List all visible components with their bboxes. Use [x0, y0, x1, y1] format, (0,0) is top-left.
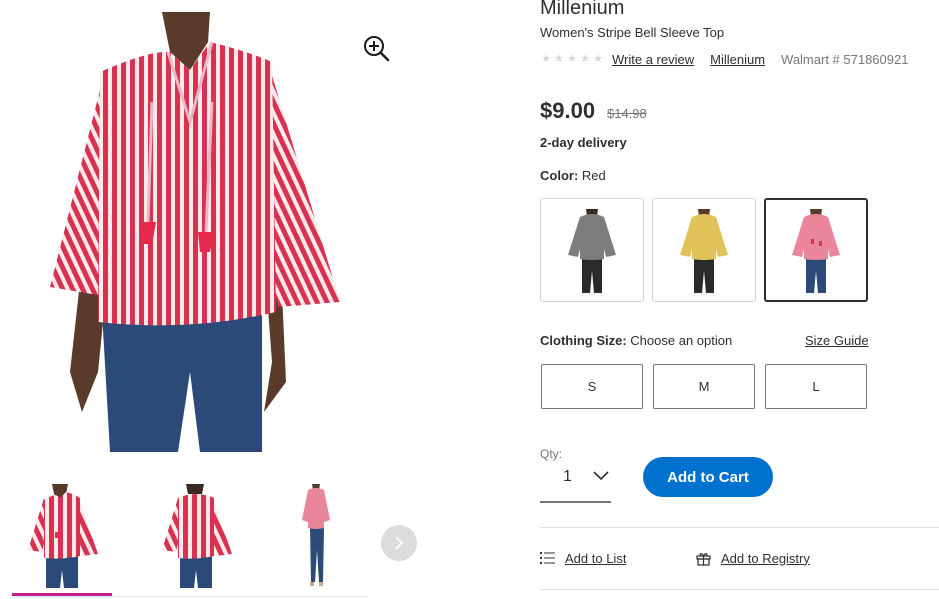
size-guide-link[interactable]: Size Guide: [805, 333, 869, 348]
size-prompt: Choose an option: [630, 333, 733, 348]
add-to-list-label: Add to List: [565, 550, 627, 566]
list-icon: [540, 551, 555, 565]
chevron-right-icon: [395, 536, 404, 550]
thumbnail-divider: [12, 596, 368, 597]
product-brand: Millenium: [540, 0, 625, 19]
color-label-title: Color:: [540, 168, 579, 183]
color-swatch-yellow[interactable]: [652, 198, 756, 302]
add-to-list-button[interactable]: Add to List: [540, 549, 626, 567]
size-label: Clothing Size: Choose an option: [540, 333, 732, 348]
gift-icon: [696, 551, 711, 566]
add-to-cart-button[interactable]: Add to Cart: [643, 457, 773, 497]
color-swatch-red[interactable]: [764, 198, 868, 302]
color-swatch-gray[interactable]: [540, 198, 644, 302]
size-label-title: Clothing Size:: [540, 333, 627, 348]
star-icon: ★: [567, 53, 577, 65]
size-option-s[interactable]: S: [541, 364, 643, 409]
product-meta: ★ ★ ★ ★ ★ Write a review Millenium Walma…: [540, 50, 908, 68]
chevron-down-icon: [593, 471, 609, 481]
star-icon: ★: [541, 53, 551, 65]
next-image-button[interactable]: [381, 525, 417, 561]
zoom-in-icon: [364, 36, 390, 62]
thumbnail-1[interactable]: [12, 478, 112, 596]
color-label: Color: Red: [540, 168, 606, 183]
thumbnail-2[interactable]: [146, 478, 246, 592]
qty-value: 1: [563, 468, 572, 485]
brand-link[interactable]: Millenium: [710, 52, 765, 67]
current-price: $9.00: [540, 98, 596, 123]
selected-color: Red: [581, 168, 606, 183]
item-number: Walmart # 571860921: [781, 51, 909, 67]
write-review-link[interactable]: Write a review: [612, 52, 694, 67]
product-title: Women's Stripe Bell Sleeve Top: [540, 25, 725, 40]
thumbnail-strip: [12, 478, 368, 598]
qty-label: Qty:: [540, 447, 563, 461]
add-to-registry-button[interactable]: Add to Registry: [696, 549, 810, 567]
qty-select[interactable]: 1: [540, 463, 611, 503]
main-product-image[interactable]: [40, 12, 360, 452]
zoom-button[interactable]: [362, 34, 392, 64]
was-price: $14.98: [607, 106, 647, 121]
delivery-info: 2-day delivery: [540, 135, 627, 150]
divider: [540, 589, 939, 590]
add-to-registry-label: Add to Registry: [721, 550, 810, 566]
star-icon: ★: [593, 53, 603, 65]
divider: [540, 527, 939, 528]
size-option-m[interactable]: M: [653, 364, 755, 409]
rating-stars[interactable]: ★ ★ ★ ★ ★: [540, 53, 604, 65]
size-option-l[interactable]: L: [765, 364, 867, 409]
star-icon: ★: [554, 53, 564, 65]
thumbnail-3[interactable]: [266, 478, 366, 592]
star-icon: ★: [580, 53, 590, 65]
